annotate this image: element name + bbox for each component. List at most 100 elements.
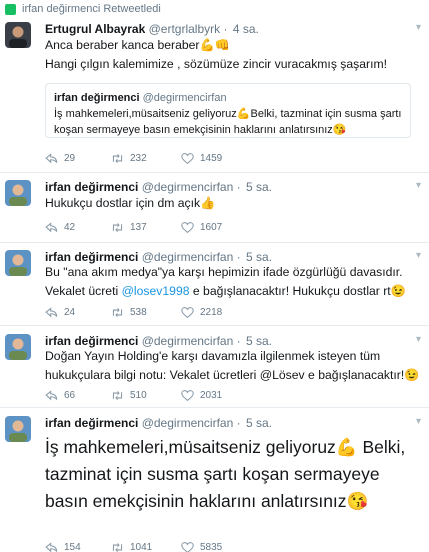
tweet-1[interactable]: Ertugrul Albayrak @ertgrlalbyrk · 4 sa. … [0,18,429,173]
tweet-text: Hukukçu dostlar için dm açık👍 [45,196,216,210]
like-count: 1607 [200,222,223,233]
author-handle[interactable]: @degirmencirfan [142,334,234,348]
retweet-count: 1041 [130,542,153,552]
like-count: 2218 [200,307,223,318]
retweet-count: 232 [130,153,147,164]
tweet-3[interactable]: irfan değirmenci @degirmencirfan · 5 sa.… [0,243,429,326]
reply-count: 154 [64,542,81,552]
tweet-text: Bu "ana akım medya"ya karşı hepimizin if… [45,263,421,301]
reply-count: 24 [64,307,76,318]
quoted-author-handle: @degirmencirfan [142,92,227,104]
chevron-down-icon[interactable]: ▾ [416,250,421,261]
reply-button[interactable]: 29 [45,152,111,165]
retweet-button[interactable]: 1041 [111,541,181,552]
like-button[interactable]: 5835 [181,541,247,552]
tweet-actions: 66 510 2031 [45,389,247,402]
quoted-author-name: irfan değirmenci [54,92,140,104]
author-handle[interactable]: @degirmencirfan [142,416,234,430]
tweet-5[interactable]: irfan değirmenci @degirmencirfan · 5 sa.… [0,408,429,552]
tweet-text-line-2: Hangi çılgın kalemimize , sözümüze zinci… [45,57,388,71]
tweet-actions: 42 137 1607 [45,221,247,234]
reply-button[interactable]: 42 [45,221,111,234]
tweet-4[interactable]: irfan değirmenci @degirmencirfan · 5 sa.… [0,326,429,408]
chevron-down-icon[interactable]: ▾ [416,22,421,33]
retweet-button[interactable]: 510 [111,389,181,402]
author-handle[interactable]: @degirmencirfan [142,250,234,264]
tweet-text-line-1: Anca beraber kanca beraber💪👊 [45,38,230,52]
like-count: 2031 [200,390,223,401]
reply-icon [45,307,58,318]
like-count: 5835 [200,542,223,552]
retweet-button[interactable]: 538 [111,306,181,319]
retweet-banner-text[interactable]: irfan değirmenci Retweetledi [22,3,161,15]
author-name[interactable]: irfan değirmenci [45,180,138,194]
quoted-tweet[interactable]: irfan değirmenci @degirmencirfan İş mahk… [45,83,411,138]
reply-button[interactable]: 24 [45,306,111,319]
reply-icon [45,153,58,164]
timestamp[interactable]: 5 sa. [246,334,272,348]
like-count: 1459 [200,153,223,164]
retweet-count: 538 [130,307,147,318]
tweet-text-post: e bağışlanacaktır! Hukukçu dostlar rt😉 [189,284,406,298]
avatar[interactable] [5,334,31,360]
reply-button[interactable]: 66 [45,389,111,402]
reply-button[interactable]: 154 [45,541,111,552]
separator-dot: · [236,416,241,430]
timestamp[interactable]: 5 sa. [246,250,272,264]
like-button[interactable]: 2218 [181,306,247,319]
tweet-header: irfan değirmenci @degirmencirfan · 5 sa. [45,416,272,430]
chevron-down-icon[interactable]: ▾ [416,334,421,345]
reply-count: 42 [64,222,76,233]
tweet-actions: 154 1041 5835 [45,541,247,552]
like-button[interactable]: 2031 [181,389,247,402]
reply-count: 66 [64,390,76,401]
chevron-down-icon[interactable]: ▾ [416,180,421,191]
retweet-indicator-icon [5,3,16,15]
reply-count: 29 [64,153,76,164]
separator-dot: · [236,334,241,348]
tweet-header: irfan değirmenci @degirmencirfan · 5 sa. [45,180,272,194]
timestamp[interactable]: 4 sa. [233,22,259,36]
timestamp[interactable]: 5 sa. [246,416,272,430]
tweet-2[interactable]: irfan değirmenci @degirmencirfan · 5 sa.… [0,173,429,243]
author-handle[interactable]: @ertgrlalbyrk [149,22,221,36]
heart-icon [181,222,194,234]
author-handle[interactable]: @degirmencirfan [142,180,234,194]
retweet-count: 137 [130,222,147,233]
heart-icon [181,542,194,552]
separator-dot: · [236,180,241,194]
tweet-header: Ertugrul Albayrak @ertgrlalbyrk · 4 sa. [45,22,259,36]
tweet-text: İş mahkemeleri,müsaitseniz geliyoruz💪 Be… [45,437,406,511]
tweet-header: irfan değirmenci @degirmencirfan · 5 sa. [45,250,272,264]
avatar[interactable] [5,22,31,48]
avatar[interactable] [5,180,31,206]
retweet-icon [112,223,123,232]
timestamp[interactable]: 5 sa. [246,180,272,194]
retweet-button[interactable]: 137 [111,221,181,234]
retweet-icon [112,308,123,317]
author-name[interactable]: Ertugrul Albayrak [45,22,145,36]
author-name[interactable]: irfan değirmenci [45,334,138,348]
like-button[interactable]: 1607 [181,221,247,234]
mention-link[interactable]: @losev1998 [122,284,190,298]
retweet-icon [112,154,123,163]
heart-icon [181,307,194,319]
author-name[interactable]: irfan değirmenci [45,250,138,264]
retweet-button[interactable]: 232 [111,152,181,165]
separator-dot: · [223,22,228,36]
heart-icon [181,390,194,402]
chevron-down-icon[interactable]: ▾ [416,416,421,427]
tweet-text: Doğan Yayın Holding'e karşı davamızla il… [45,349,420,382]
reply-icon [45,390,58,401]
like-button[interactable]: 1459 [181,152,247,165]
avatar[interactable] [5,416,31,442]
reply-icon [45,222,58,233]
separator-dot: · [236,250,241,264]
retweet-icon [112,543,123,552]
tweet-actions: 24 538 2218 [45,306,247,319]
avatar[interactable] [5,250,31,276]
quoted-text: İş mahkemeleri,müsaitseniz geliyoruz💪Bel… [54,108,402,136]
author-name[interactable]: irfan değirmenci [45,416,138,430]
tweet-header: irfan değirmenci @degirmencirfan · 5 sa. [45,334,272,348]
retweet-banner: irfan değirmenci Retweetledi [5,0,161,18]
